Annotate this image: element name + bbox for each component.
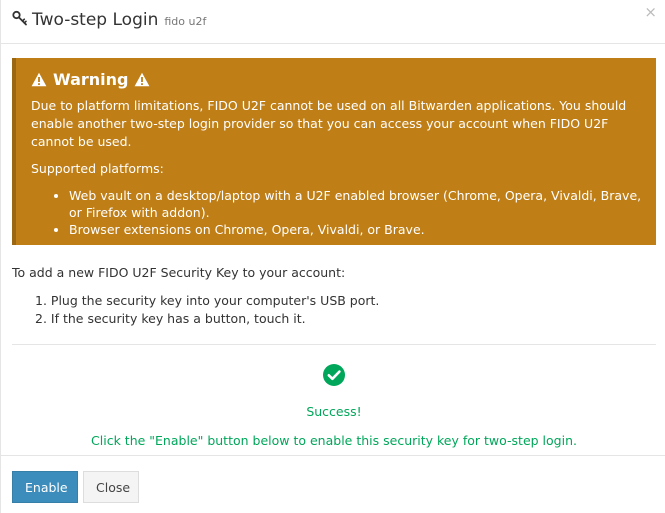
dialog-body: Warning Due to platform limitations, FID… xyxy=(12,58,656,448)
dialog-subtitle: fido u2f xyxy=(164,15,207,28)
check-circle-icon xyxy=(323,364,345,386)
warning-heading: Warning xyxy=(31,70,642,89)
list-item: 2. If the security key has a button, tou… xyxy=(35,311,306,326)
success-status: Success! Click the "Enable" button below… xyxy=(12,364,656,448)
dialog-footer: Enable Close xyxy=(1,455,665,513)
warning-title: Warning xyxy=(53,70,129,89)
instructions-intro: To add a new FIDO U2F Security Key to yo… xyxy=(12,265,346,280)
list-item: 1. Plug the security key into your compu… xyxy=(35,293,380,308)
warning-callout: Warning Due to platform limitations, FID… xyxy=(12,58,656,245)
list-item: Web vault on a desktop/laptop with a U2F… xyxy=(69,187,642,221)
warning-triangle-icon xyxy=(31,72,47,87)
warning-message: Due to platform limitations, FIDO U2F ca… xyxy=(31,98,627,149)
supported-platforms-label: Supported platforms: xyxy=(31,161,164,176)
dialog-title-group: Two-step Login fido u2f xyxy=(12,9,206,30)
close-icon[interactable]: × xyxy=(644,5,657,20)
dialog-title: Two-step Login xyxy=(32,10,159,30)
warning-triangle-icon xyxy=(134,72,150,87)
instructions-steps: 1. Plug the security key into your compu… xyxy=(35,292,379,328)
close-button[interactable]: Close xyxy=(83,471,139,503)
dialog-header: Two-step Login fido u2f × xyxy=(1,0,665,44)
list-item: Browser extensions on Chrome, Opera, Viv… xyxy=(69,221,642,238)
enable-button[interactable]: Enable xyxy=(12,471,78,503)
supported-platforms-list: Web vault on a desktop/laptop with a U2F… xyxy=(69,187,642,238)
section-divider xyxy=(12,344,656,345)
success-message: Click the "Enable" button below to enabl… xyxy=(91,433,577,448)
key-icon xyxy=(12,10,28,26)
two-step-login-dialog: Two-step Login fido u2f × Warning Due to… xyxy=(0,0,665,513)
success-title: Success! xyxy=(306,404,362,419)
